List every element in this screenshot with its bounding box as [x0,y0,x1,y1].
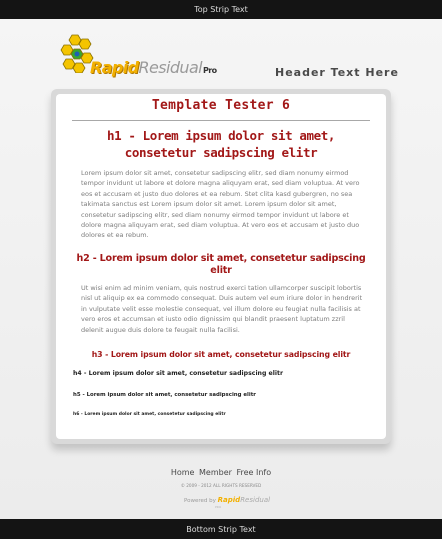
logo[interactable]: RapidResidualPro [60,33,217,83]
footer-nav: Home Member Free Info [0,468,442,477]
footer-link-member[interactable]: Member [199,468,232,477]
logo-wordmark: RapidResidualPro [90,58,217,77]
logo-brand-rapid: Rapid [90,58,139,77]
powered-by[interactable]: Powered by RapidResidual PRO [184,496,270,509]
powered-brand-rapid: Rapid [217,496,241,504]
powered-brand-sub: PRO [215,505,222,509]
powered-by-logo: RapidResidual [218,496,270,504]
content-panel: Template Tester 6 h1 - Lorem ipsum dolor… [56,94,386,439]
copyright-text: © 2009 - 2012 ALL RIGHTS RESERVED [180,483,262,488]
heading-h4: h4 - Lorem ipsum dolor sit amet, consete… [73,370,283,377]
powered-by-label: Powered by [184,498,216,504]
paragraph-1: Lorem ipsum dolor sit amet, consetetur s… [81,169,360,240]
header-text: Header Text Here [275,66,399,79]
heading-h3: h3 - Lorem ipsum dolor sit amet, consete… [91,350,351,359]
bottom-strip-text: Bottom Strip Text [186,524,256,534]
heading-h2: h2 - Lorem ipsum dolor sit amet, consete… [76,253,366,276]
page-title: Template Tester 6 [151,98,291,113]
logo-brand-pro: Pro [203,66,217,75]
top-strip-text: Top Strip Text [194,5,248,14]
powered-brand-residual: Residual [240,496,271,504]
content-frame: Template Tester 6 h1 - Lorem ipsum dolor… [51,89,391,444]
top-strip: Top Strip Text [0,0,442,19]
heading-h5: h5 - Lorem ipsum dolor sit amet, consete… [73,392,256,398]
heading-h1: h1 - Lorem ipsum dolor sit amet, consete… [106,128,336,160]
footer-link-home[interactable]: Home [171,468,195,477]
heading-h6: h6 - Lorem ipsum dolor sit amet, consete… [73,412,226,417]
logo-brand-residual: Residual [138,58,203,77]
bottom-strip: Bottom Strip Text [0,519,442,539]
footer-link-free-info[interactable]: Free Info [236,468,271,477]
title-divider [72,120,370,121]
paragraph-2: Ut wisi enim ad minim veniam, quis nostr… [81,284,363,334]
